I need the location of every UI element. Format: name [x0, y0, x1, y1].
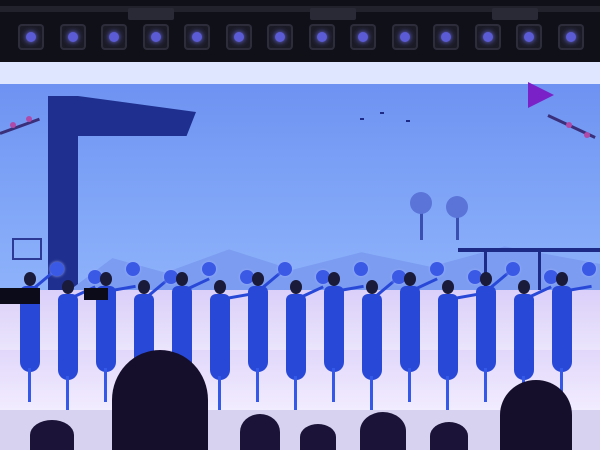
dancer [52, 270, 102, 412]
stage-light-fixture [516, 24, 542, 50]
dancer-head [556, 272, 568, 286]
dancer-leg [408, 368, 411, 402]
dancer-fan [202, 262, 216, 276]
dancer-head [442, 280, 454, 294]
dancer-dress [210, 294, 230, 380]
screen-graphic [12, 238, 42, 260]
dancer [280, 270, 330, 412]
audience-head [430, 422, 468, 450]
plum-blossom [26, 116, 32, 122]
broadcast-logo-icon [528, 82, 554, 108]
dancer-fan [506, 262, 520, 276]
stage-light-fixture [391, 24, 418, 50]
dancer-dress [476, 286, 496, 372]
blossom-branch [0, 117, 40, 135]
dancer-leg [294, 376, 297, 410]
plum-blossom [10, 122, 16, 128]
dancer-fan [430, 262, 444, 276]
dancer-fan [126, 262, 140, 276]
glitch-block [84, 288, 108, 300]
dancer-dress [324, 286, 344, 372]
stage-light-fixture [308, 24, 335, 50]
dancer-head [138, 280, 150, 294]
led-screen-backdrop [0, 62, 600, 300]
stage-light-fixture [184, 24, 210, 50]
dancer [356, 270, 406, 412]
dancer-head [62, 280, 74, 294]
plum-blossom [566, 122, 572, 128]
dancer-fan [354, 262, 368, 276]
foreground-audience-head [500, 380, 572, 450]
bird [380, 112, 384, 114]
dancer-leg [28, 368, 31, 402]
stage-light-fixture [142, 24, 169, 50]
bird [360, 118, 364, 120]
pavilion-pillar [48, 96, 78, 290]
dancer-dress [362, 294, 382, 380]
dancer [470, 262, 520, 404]
dancer-dress [58, 294, 78, 380]
dancer-leg [104, 368, 107, 402]
rig-bar [310, 8, 356, 20]
dancer-head [518, 280, 530, 294]
tree-crown [410, 192, 432, 214]
stage-light-fixture [350, 24, 376, 50]
tree-trunk [420, 212, 423, 240]
dancer-leg [218, 376, 221, 410]
rig-bar [492, 8, 538, 20]
screen-top-edge [0, 62, 600, 84]
stage-light-fixture [18, 24, 44, 50]
dancer-head [366, 280, 378, 294]
audience-head [300, 424, 336, 450]
audience-head [240, 414, 280, 450]
stage-light-fixture [557, 24, 584, 50]
dancer-dress [552, 286, 572, 372]
dancer-dress [514, 294, 534, 380]
dancer [432, 270, 482, 412]
stage-light-fixture [59, 24, 86, 50]
dancer-fan [50, 262, 64, 276]
stage-light-fixture [101, 24, 127, 50]
dancer-head [176, 272, 188, 286]
dancer-head [328, 272, 340, 286]
dancer [318, 262, 368, 404]
dancer-leg [484, 368, 487, 402]
dancer-dress [286, 294, 306, 380]
dancer-leg [332, 368, 335, 402]
glitch-block [0, 288, 40, 304]
dancer-dress [438, 294, 458, 380]
dancer-dress [248, 286, 268, 372]
dancer-dress [400, 286, 420, 372]
bird [406, 120, 410, 122]
dancer-leg [66, 376, 69, 410]
foreground-audience-head [112, 350, 208, 450]
stage-light-fixture [225, 24, 252, 50]
dancer-head [480, 272, 492, 286]
rig-bar [128, 8, 174, 20]
dancer-leg [256, 368, 259, 402]
dancer [394, 262, 444, 404]
dancer-leg [446, 376, 449, 410]
dancer-head [252, 272, 264, 286]
dancer-leg [370, 376, 373, 410]
tree-crown [446, 196, 468, 218]
stage-scene [0, 0, 600, 450]
dancer-head [100, 272, 112, 286]
dancer-fan [278, 262, 292, 276]
stage-light-fixture [474, 24, 501, 50]
dancer-head [214, 280, 226, 294]
stage-light-fixture [433, 24, 459, 50]
plum-blossom [584, 132, 590, 138]
pavilion-roof [78, 96, 196, 136]
dancer-fan [582, 262, 596, 276]
audience-head [360, 412, 406, 450]
dancer-head [24, 272, 36, 286]
audience-head [30, 420, 74, 450]
dancer-head [404, 272, 416, 286]
stage-light-fixture [267, 24, 293, 50]
dancer [204, 270, 254, 412]
dancer [242, 262, 292, 404]
dancer-head [290, 280, 302, 294]
lighting-rig [0, 0, 600, 62]
